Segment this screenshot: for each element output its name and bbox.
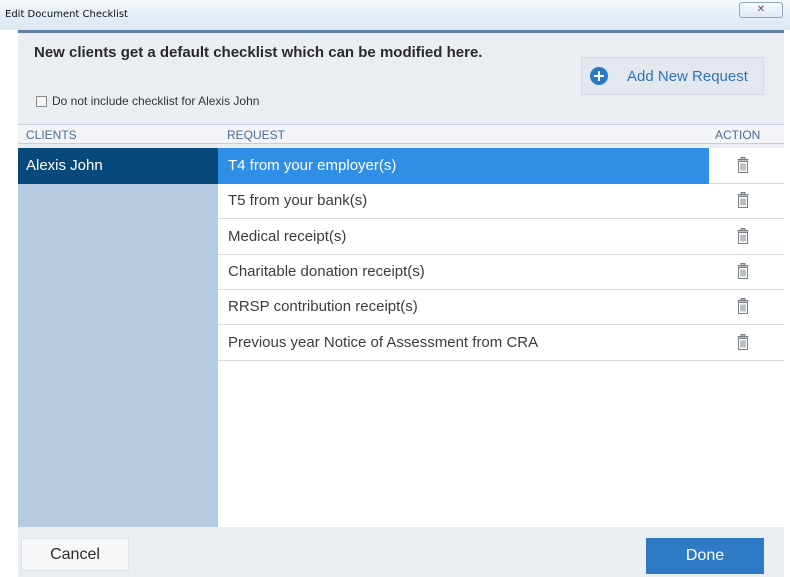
request-row[interactable]: Medical receipt(s) [218, 219, 784, 255]
opt-out-label: Do not include checklist for Alexis John [52, 94, 260, 108]
request-label: T5 from your bank(s) [228, 192, 368, 210]
request-row[interactable]: T5 from your bank(s) [218, 183, 784, 220]
request-label: Medical receipt(s) [228, 227, 347, 245]
clients-column-header: CLIENTS [26, 128, 77, 142]
close-button[interactable]: ✕ [739, 2, 783, 18]
request-row[interactable]: Previous year Notice of Assessment from … [218, 325, 784, 361]
opt-out-checkbox-row[interactable]: Do not include checklist for Alexis John [36, 94, 259, 108]
cancel-button[interactable]: Cancel [21, 538, 129, 571]
checklist-dialog: New clients get a default checklist whic… [18, 30, 784, 577]
request-label: Previous year Notice of Assessment from … [228, 333, 539, 351]
client-item-alexis-john[interactable]: Alexis John [18, 148, 218, 184]
requests-list: T4 from your employer(s) T5 from your ban… [218, 148, 784, 527]
add-new-request-button[interactable]: Add New Request [581, 57, 764, 95]
table-header: CLIENTS REQUEST ACTION [18, 124, 784, 144]
request-label: Charitable donation receipt(s) [228, 262, 425, 280]
dialog-top-border [18, 30, 784, 33]
trash-icon[interactable] [737, 227, 749, 244]
dialog-footer: Cancel Done [18, 527, 784, 577]
title-bar: Edit Document Checklist ✕ [0, 0, 790, 30]
request-row[interactable]: Charitable donation receipt(s) [218, 254, 784, 290]
request-label: RRSP contribution receipt(s) [228, 298, 418, 316]
opt-out-checkbox[interactable] [36, 95, 47, 107]
request-row[interactable]: T4 from your employer(s) [218, 148, 784, 184]
trash-icon[interactable] [737, 333, 749, 350]
trash-icon[interactable] [737, 192, 749, 209]
window-title: Edit Document Checklist [5, 9, 128, 20]
trash-icon[interactable] [737, 157, 749, 173]
done-button[interactable]: Done [646, 538, 764, 574]
clients-list: Alexis John [18, 148, 218, 527]
request-column-header: REQUEST [227, 128, 286, 142]
trash-icon[interactable] [737, 298, 749, 315]
close-icon: ✕ [756, 4, 766, 15]
action-column-header: ACTION [715, 128, 761, 142]
request-label: T4 from your employer(s) [228, 157, 397, 174]
header-message: New clients get a default checklist whic… [34, 44, 483, 61]
add-new-request-label: Add New Request [627, 67, 748, 85]
plus-circle-icon [590, 67, 608, 85]
request-row[interactable]: RRSP contribution receipt(s) [218, 289, 784, 326]
trash-icon[interactable] [737, 262, 749, 279]
